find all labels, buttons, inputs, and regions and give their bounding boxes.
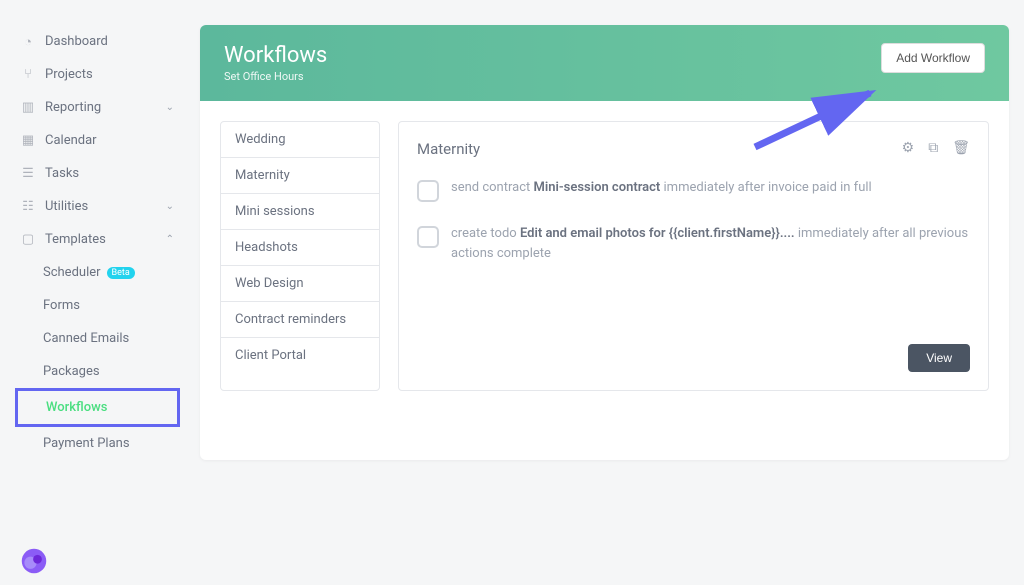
workflow-item[interactable]: Maternity [221, 158, 379, 194]
workflow-item[interactable]: Client Portal [221, 338, 379, 373]
nav-label: Utilities [45, 199, 88, 214]
page-title: Workflows [224, 43, 327, 68]
header: Workflows Set Office Hours Add Workflow [200, 25, 1009, 101]
workflow-item[interactable]: Contract reminders [221, 302, 379, 338]
chevron-down-icon: ⌄ [166, 201, 174, 212]
sub-item-label: Packages [43, 364, 100, 379]
nav-calendar[interactable]: ▦ Calendar [15, 124, 180, 157]
workflow-item[interactable]: Mini sessions [221, 194, 379, 230]
step-text: create todo Edit and email photos for {{… [451, 224, 970, 263]
workflow-item[interactable]: Web Design [221, 266, 379, 302]
content: WeddingMaternityMini sessionsHeadshotsWe… [200, 101, 1009, 411]
sub-item-label: Scheduler [43, 265, 101, 280]
gear-icon[interactable]: ⚙ [902, 140, 915, 158]
gauge-icon: ◔ [21, 35, 35, 49]
workflow-list: WeddingMaternityMini sessionsHeadshotsWe… [220, 121, 380, 391]
nav-projects[interactable]: ⑂ Projects [15, 58, 180, 91]
sidebar: ◔ Dashboard ⑂ Projects ▥ Reporting ⌄ ▦ C… [15, 25, 180, 460]
calendar-icon: ▦ [21, 134, 35, 148]
nav-label: Tasks [45, 166, 79, 181]
page-subtitle[interactable]: Set Office Hours [224, 70, 327, 83]
nav-templates[interactable]: ▢ Templates ⌃ [15, 223, 180, 256]
workflow-item[interactable]: Headshots [221, 230, 379, 266]
workflow-item[interactable]: Wedding [221, 122, 379, 158]
view-button[interactable]: View [908, 344, 970, 372]
nav-label: Projects [45, 67, 93, 82]
nav-reporting[interactable]: ▥ Reporting ⌄ [15, 91, 180, 124]
nav-label: Templates [45, 232, 106, 247]
sub-item-label: Workflows [46, 400, 107, 415]
beta-badge: Beta [107, 267, 135, 279]
chevron-up-icon: ⌃ [166, 234, 174, 245]
detail-title: Maternity [417, 140, 480, 158]
chart-icon: ▥ [21, 101, 35, 115]
sub-item-packages[interactable]: Packages [15, 355, 180, 388]
workflow-detail: Maternity ⚙ ⧉ 🗑 send contract Mini-sessi… [398, 121, 989, 391]
nav-dashboard[interactable]: ◔ Dashboard [15, 25, 180, 58]
detail-header: Maternity ⚙ ⧉ 🗑 [417, 140, 970, 158]
sub-item-canned-emails[interactable]: Canned Emails [15, 322, 180, 355]
step-checkbox[interactable] [417, 180, 439, 202]
nav-label: Reporting [45, 100, 101, 115]
stack-icon: ☷ [21, 200, 35, 214]
workflow-step: send contract Mini-session contract imme… [417, 178, 970, 202]
nav-tasks[interactable]: ☰ Tasks [15, 157, 180, 190]
sub-item-label: Payment Plans [43, 436, 130, 451]
sub-item-forms[interactable]: Forms [15, 289, 180, 322]
list-icon: ☰ [21, 167, 35, 181]
nav-label: Dashboard [45, 34, 108, 49]
nav-label: Calendar [45, 133, 97, 148]
sub-item-label: Forms [43, 298, 80, 313]
sub-item-payment-plans[interactable]: Payment Plans [15, 427, 180, 460]
chevron-down-icon: ⌄ [166, 102, 174, 113]
step-text: send contract Mini-session contract imme… [451, 178, 872, 202]
app-logo-icon [20, 547, 48, 575]
detail-actions: ⚙ ⧉ 🗑 [902, 140, 970, 158]
step-checkbox[interactable] [417, 226, 439, 248]
trash-icon[interactable]: 🗑 [952, 140, 970, 158]
workflow-step: create todo Edit and email photos for {{… [417, 224, 970, 263]
branch-icon: ⑂ [21, 68, 35, 82]
add-workflow-button[interactable]: Add Workflow [881, 43, 985, 73]
nav-utilities[interactable]: ☷ Utilities ⌄ [15, 190, 180, 223]
main-panel: Workflows Set Office Hours Add Workflow … [200, 25, 1009, 460]
copy-icon[interactable]: ⧉ [928, 140, 938, 158]
header-text: Workflows Set Office Hours [224, 43, 327, 83]
sub-item-scheduler[interactable]: Scheduler Beta [15, 256, 180, 289]
sub-item-label: Canned Emails [43, 331, 129, 346]
sub-item-workflows[interactable]: Workflows [15, 388, 180, 427]
doc-icon: ▢ [21, 233, 35, 247]
